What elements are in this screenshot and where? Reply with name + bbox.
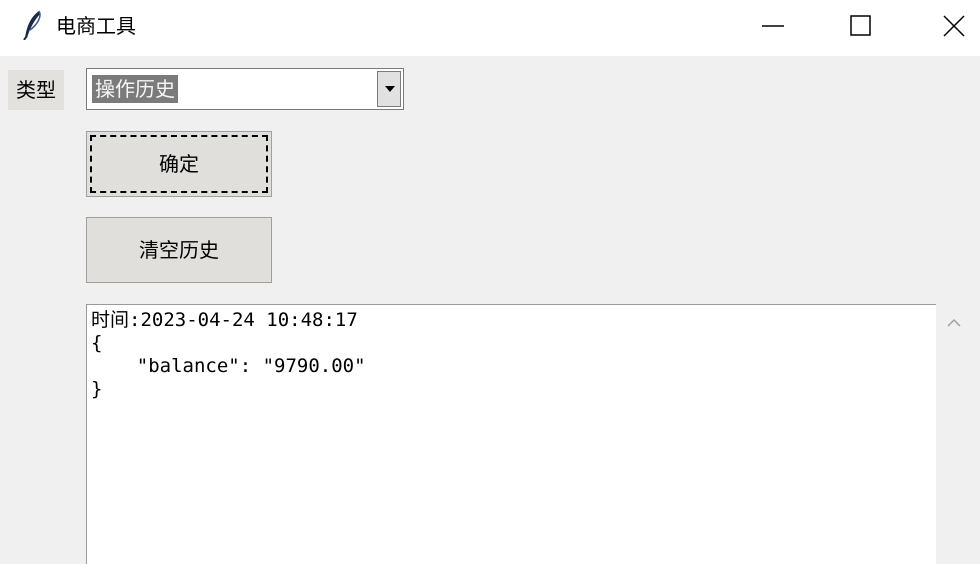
scroll-up-button[interactable] [936, 304, 972, 344]
minimize-icon [762, 25, 784, 27]
type-selected-value[interactable]: 操作历史 [92, 75, 178, 103]
output-line: "balance": "9790.00" [91, 355, 366, 377]
title-bar[interactable]: 电商工具 [0, 0, 980, 56]
output-line: } [91, 378, 103, 400]
clear-history-button-label: 清空历史 [139, 238, 219, 262]
close-button[interactable] [908, 0, 980, 52]
close-icon [943, 15, 965, 37]
type-label: 类型 [8, 70, 64, 110]
minimize-button[interactable] [730, 0, 822, 52]
confirm-button[interactable]: 确定 [86, 131, 272, 197]
app-window: 电商工具 类型 操作历史 确定 清空历史 时间:2023-04-24 10:48… [0, 0, 980, 564]
output-line: { [91, 332, 103, 354]
clear-history-button[interactable]: 清空历史 [86, 217, 272, 283]
dropdown-button[interactable] [377, 71, 401, 107]
focus-ring [90, 135, 268, 193]
vertical-scrollbar[interactable] [936, 304, 980, 564]
chevron-up-icon [947, 318, 961, 327]
chevron-down-icon [385, 86, 395, 92]
feather-icon [23, 10, 41, 40]
type-combobox[interactable]: 操作历史 [86, 68, 404, 110]
maximize-icon [850, 15, 871, 36]
window-title: 电商工具 [56, 14, 136, 38]
maximize-button[interactable] [816, 0, 908, 52]
output-line: 时间:2023-04-24 10:48:17 [91, 309, 358, 331]
output-text-area[interactable]: 时间:2023-04-24 10:48:17{ "balance": "9790… [86, 304, 936, 564]
